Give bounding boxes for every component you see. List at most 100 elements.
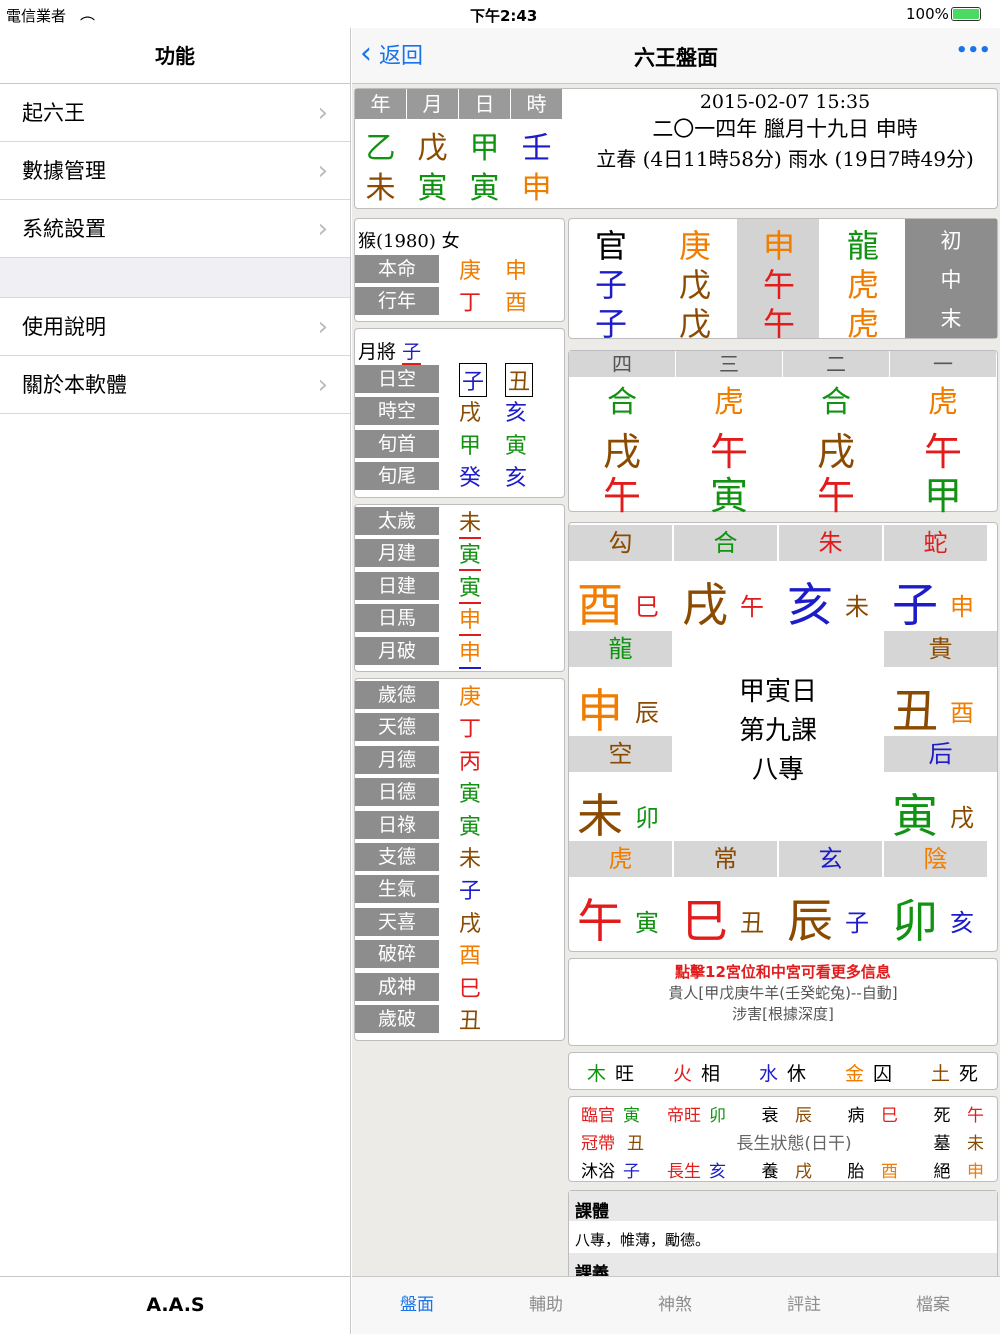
sanchuan-label: 末 xyxy=(940,307,962,331)
wuxing-element: 火 xyxy=(673,1063,693,1085)
yuejiang-value: 子 xyxy=(402,341,422,365)
sike-char: 虎 xyxy=(928,385,958,420)
palace-god[interactable]: 貴 xyxy=(884,631,997,667)
tab-1[interactable]: 輔助 xyxy=(481,1277,611,1333)
palace-branch[interactable]: 戌 xyxy=(682,569,728,635)
tianpan-board[interactable]: 勾酉巳合戌午朱亥未蛇子申龍申辰空未卯貴丑酉后寅戌虎午寅常巳丑玄辰子陰卯亥 甲寅日… xyxy=(568,522,998,952)
pillar-stem: 壬 xyxy=(521,131,552,166)
shensha-panel-2[interactable]: 歲德庚天德丁月德丙日德寅日祿寅支德未生氣子天喜戌破碎酉成神巳歲破丑 xyxy=(354,678,565,1041)
carrier-label: 電信業者 xyxy=(6,7,67,25)
palace-branch[interactable]: 丑 xyxy=(892,675,938,741)
palace-sub: 寅 xyxy=(635,909,659,937)
solar-terms: 立春 (4日11時58分) 雨水 (19日7時49分) xyxy=(596,147,974,171)
shensha-panel-1[interactable]: 太歲未月建寅日建寅日馬申月破申 xyxy=(354,504,565,672)
palace-god[interactable]: 后 xyxy=(884,736,997,772)
sidebar: 功能 起六王 › 數據管理 › 系統設置 › 使用說明 › 關於本軟體 › A.A.S xyxy=(0,28,351,1334)
wuxing-state: 囚 xyxy=(873,1063,893,1085)
wuxing-state: 相 xyxy=(701,1063,721,1085)
menu-item-instructions[interactable]: 使用說明 › xyxy=(0,298,350,356)
keti-panel: 課體 八專，帷薄，勵德。 課義 xyxy=(568,1190,998,1290)
sidebar-footer-button[interactable]: A.A.S xyxy=(0,1276,351,1334)
row-value: 酉 xyxy=(459,944,482,970)
row-label: 本命 xyxy=(355,255,439,283)
palace-branch[interactable]: 辰 xyxy=(787,885,833,951)
palace-god[interactable]: 勾 xyxy=(569,525,672,561)
palace-branch[interactable]: 申 xyxy=(577,675,623,741)
palace-god[interactable]: 合 xyxy=(674,525,777,561)
sike-panel[interactable]: 四合戌午三虎午寅二合戌午一虎午甲 xyxy=(568,350,998,518)
status-bar: 電信業者 ︵ 下午2:43 100% xyxy=(0,0,1000,28)
row-label: 生氣 xyxy=(355,875,439,904)
row-label: 支德 xyxy=(355,843,439,871)
sanchuan-panel[interactable]: 官子子庚戊戊申午午龍虎虎初中末 xyxy=(568,218,998,343)
palace-branch[interactable]: 亥 xyxy=(787,569,833,635)
sanchuan-label: 初 xyxy=(940,229,962,253)
sanchuan-char: 虎 xyxy=(846,305,879,343)
menu-item-about[interactable]: 關於本軟體 › xyxy=(0,356,350,414)
cs-middle-label: 長生狀態(日干) xyxy=(736,1134,852,1154)
wuxing-element: 土 xyxy=(931,1063,951,1085)
info-panel: 點擊12宮位和中宮可看更多信息 貴人[甲戊庚牛羊(壬癸蛇兔)--自動] 涉害[根… xyxy=(568,958,998,1046)
person-panel[interactable]: 猴(1980) 女 本命庚申行年丁酉 xyxy=(354,218,565,322)
row-value: 申 xyxy=(459,635,482,669)
chevron-right-icon: › xyxy=(317,156,328,186)
menu-item-system-settings[interactable]: 系統設置 › xyxy=(0,200,350,258)
tab-0[interactable]: 盤面 xyxy=(352,1277,482,1333)
palace-god[interactable]: 朱 xyxy=(779,525,882,561)
person-info: 猴(1980) 女 xyxy=(358,231,460,252)
cs-state: 胎 xyxy=(847,1162,865,1182)
lunar-date: 二〇一四年 臘月十九日 申時 xyxy=(652,117,918,141)
row-value: 申 xyxy=(459,602,482,637)
row-value: 戌 xyxy=(459,911,482,937)
pillar-stem: 乙 xyxy=(365,131,396,166)
palace-god[interactable]: 玄 xyxy=(779,841,882,877)
pillar-branch: 寅 xyxy=(469,171,500,206)
sike-header: 四 xyxy=(569,351,675,377)
cs-state: 養 xyxy=(761,1162,779,1182)
palace-god[interactable]: 常 xyxy=(674,841,777,877)
tab-4[interactable]: 檔案 xyxy=(868,1277,998,1333)
row-value: 庚 xyxy=(459,259,482,284)
row-label: 日空 xyxy=(355,365,439,393)
palace-sub: 巳 xyxy=(635,593,659,621)
four-pillars-panel[interactable]: 年乙未 月戊寅 日甲寅 時壬申 2015-02-07 15:35 二〇一四年 臘月十九… xyxy=(354,88,998,209)
palace-sub: 辰 xyxy=(635,699,659,727)
palace-god[interactable]: 龍 xyxy=(569,631,672,667)
menu-item-data-management[interactable]: 數據管理 › xyxy=(0,142,350,200)
center-palace[interactable]: 甲寅日 第九課 八專 xyxy=(675,673,881,790)
palace-branch[interactable]: 子 xyxy=(892,569,938,635)
sanchuan-char: 戊 xyxy=(678,305,711,343)
palace-branch[interactable]: 酉 xyxy=(577,569,623,635)
main-pane: ‹ 返回 六王盤面 ••• 年乙未月戊寅日甲寅時壬申 2015-02-07 15… xyxy=(352,28,1000,1334)
more-icon[interactable]: ••• xyxy=(956,40,991,61)
yuejiang-panel[interactable]: 月將 子 日空子丑時空戌亥旬首甲寅旬尾癸亥 xyxy=(354,328,565,498)
row-value: 寅 xyxy=(459,814,482,840)
row-value: 子 xyxy=(459,363,488,397)
wuxing-element: 金 xyxy=(845,1063,865,1085)
palace-god[interactable]: 空 xyxy=(569,736,672,772)
pillar-stem: 戊 xyxy=(417,131,448,166)
cs-state: 病 xyxy=(847,1106,865,1126)
palace-sub: 未 xyxy=(845,593,869,621)
palace-branch[interactable]: 巳 xyxy=(682,885,728,951)
sike-header: 一 xyxy=(890,351,996,377)
row-label: 日祿 xyxy=(355,810,439,839)
cs-branch: 午 xyxy=(967,1106,984,1126)
row-value: 丑 xyxy=(505,363,534,397)
palace-branch[interactable]: 未 xyxy=(577,780,623,846)
palace-god[interactable]: 陰 xyxy=(884,841,987,877)
palace-sub: 丑 xyxy=(740,909,764,937)
row-value: 亥 xyxy=(505,466,528,492)
palace-branch[interactable]: 寅 xyxy=(892,780,938,846)
palace-god[interactable]: 虎 xyxy=(569,841,672,877)
row-value: 戌 xyxy=(459,401,482,427)
palace-branch[interactable]: 午 xyxy=(577,885,623,951)
center-day: 甲寅日 xyxy=(738,677,817,707)
tab-3[interactable]: 評註 xyxy=(739,1277,869,1333)
palace-branch[interactable]: 卯 xyxy=(892,885,938,951)
palace-god[interactable]: 蛇 xyxy=(884,525,987,561)
menu-item-qiliuren[interactable]: 起六王 › xyxy=(0,84,350,142)
pillar-header: 日 xyxy=(459,89,510,119)
tab-2[interactable]: 神煞 xyxy=(610,1277,740,1333)
row-value: 巳 xyxy=(459,976,482,1002)
